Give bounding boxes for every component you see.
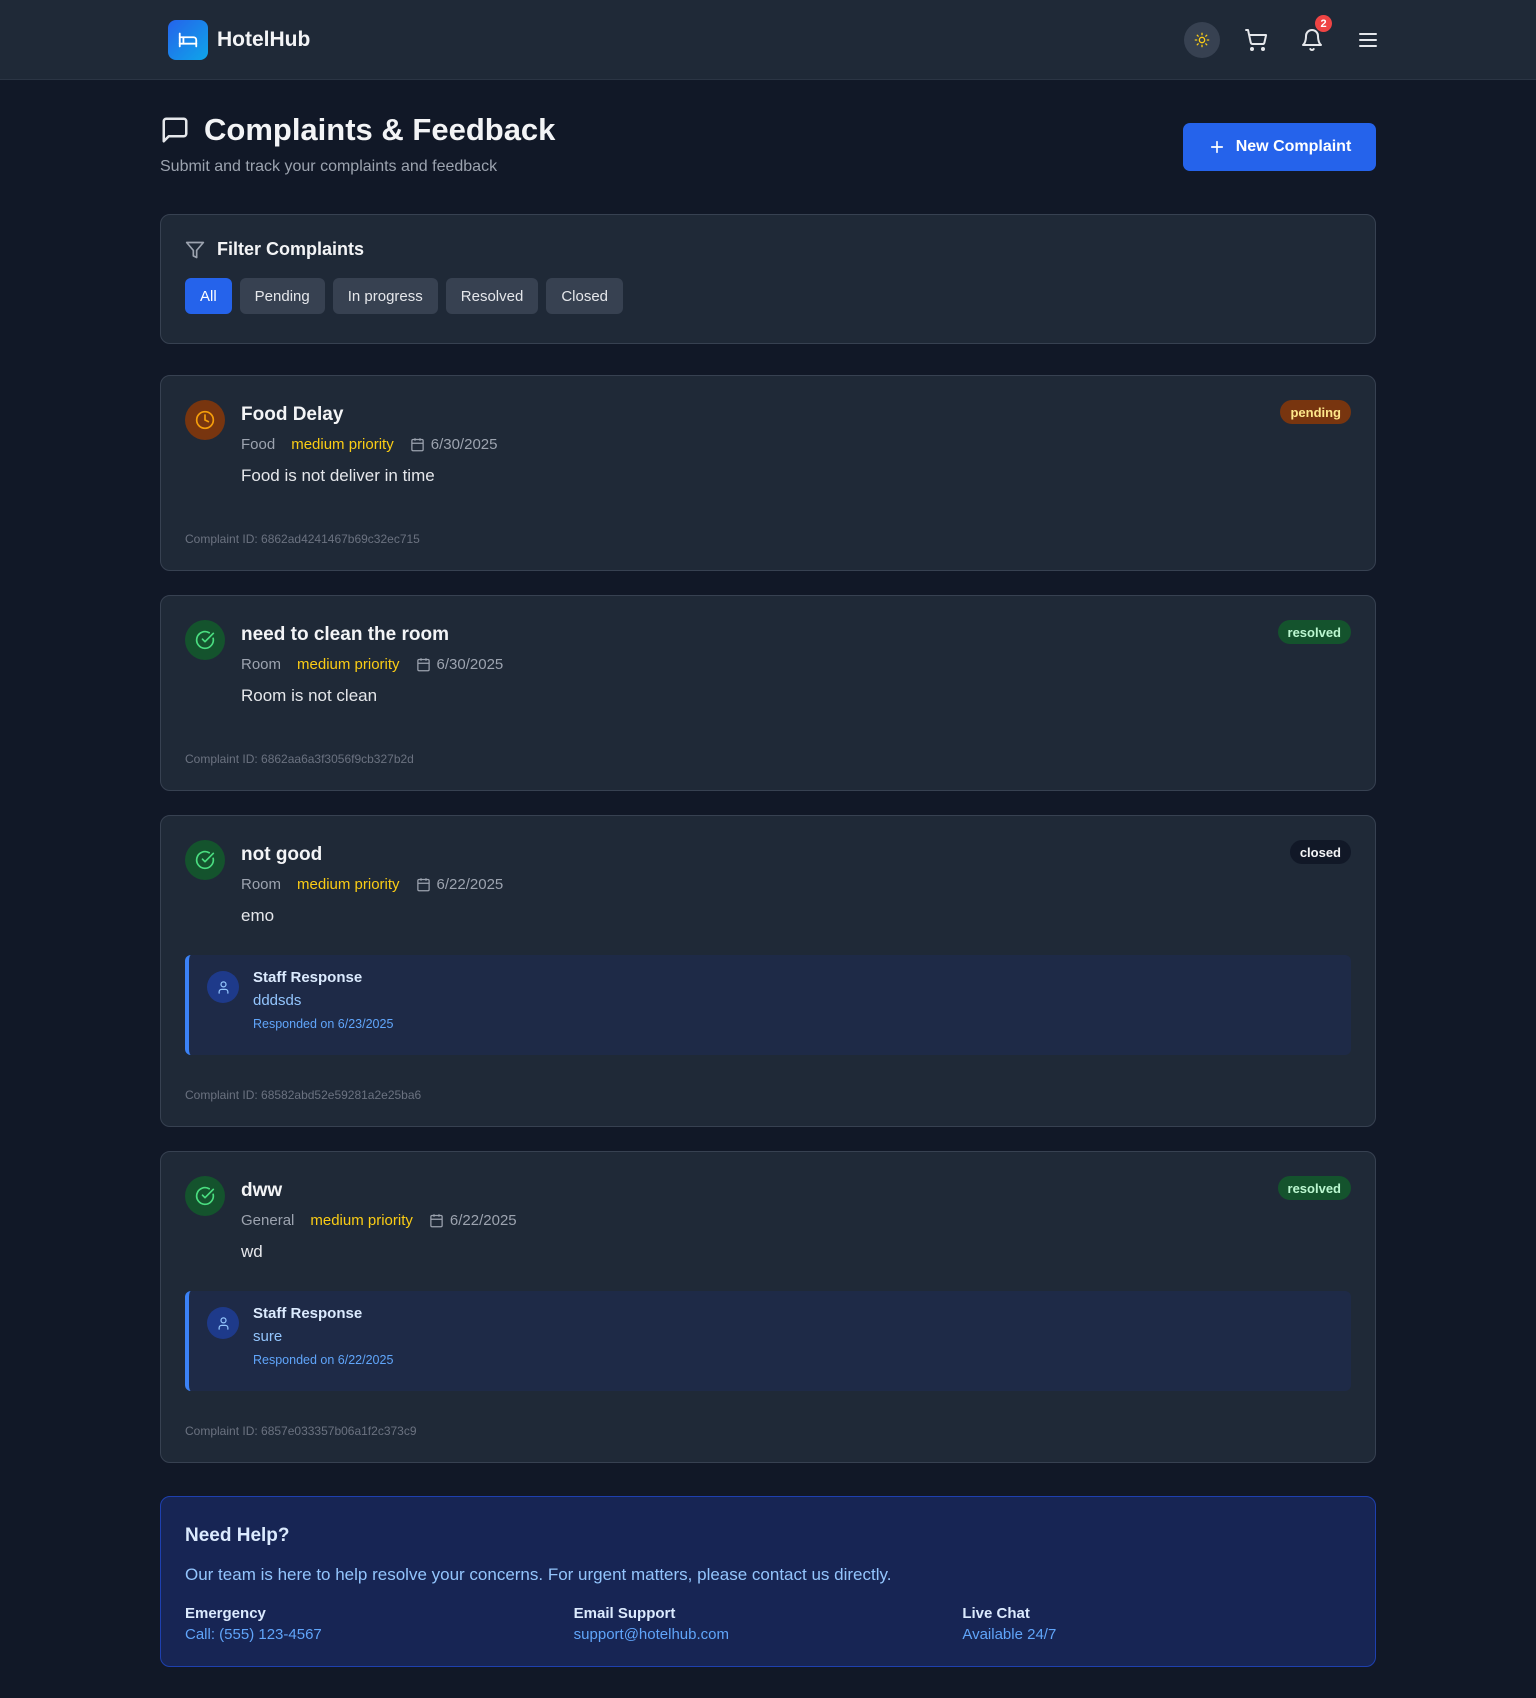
message-square-icon (162, 117, 188, 143)
complaint-id: Complaint ID: 68582abd52e59281a2e25ba6 (185, 1088, 422, 1102)
complaint-id: Complaint ID: 6862ad4241467b69c32ec715 (185, 532, 420, 546)
staff-response: Staff Response sure Responded on 6/22/20… (185, 1291, 1351, 1391)
complaint-category: Room (241, 876, 282, 893)
cart-icon (1245, 29, 1268, 51)
complaint-description: Room is not clean (241, 686, 378, 705)
calendar-icon (430, 1214, 443, 1228)
status-badge: pending (1280, 400, 1351, 424)
filter-chip-all[interactable]: All (185, 278, 232, 314)
help-contact-label: Email Support (573, 1605, 676, 1622)
complaint-title: Food Delay (241, 404, 344, 425)
complaint-title: need to clean the room (241, 624, 449, 645)
notifications-button[interactable]: 2 (1294, 15, 1332, 58)
filter-chips: All Pending In progress Resolved Closed (185, 278, 1351, 314)
calendar-icon (416, 878, 430, 892)
complaint-card[interactable]: need to clean the room Room medium prior… (160, 595, 1376, 791)
complaint-category: Room (241, 656, 282, 673)
filter-card: Filter Complaints All Pending In progres… (160, 214, 1376, 344)
complaint-priority: medium priority (297, 656, 400, 673)
calendar-icon (410, 438, 424, 452)
notification-count-badge: 2 (1315, 15, 1332, 32)
help-contact-label: Live Chat (962, 1605, 1030, 1622)
complaint-date: 6/30/2025 (436, 656, 504, 673)
filter-chip-in-progress[interactable]: In progress (332, 278, 438, 314)
complaint-id: Complaint ID: 6857e033357b06a1f2c373c9 (185, 1424, 417, 1438)
plus-icon (1210, 140, 1223, 154)
filter-chip-closed[interactable]: Closed (546, 278, 624, 314)
new-complaint-button[interactable]: New Complaint (1183, 123, 1376, 171)
help-contact-label: Emergency (185, 1605, 266, 1622)
filter-title: Filter Complaints (217, 239, 365, 259)
user-icon (207, 971, 239, 1003)
staff-response-label: Staff Response (253, 1305, 363, 1322)
theme-toggle-button[interactable] (1184, 22, 1220, 58)
staff-response-label: Staff Response (253, 969, 363, 986)
help-card: Need Help? Our team is here to help reso… (160, 1496, 1376, 1667)
help-title: Need Help? (185, 1525, 290, 1546)
complaint-priority: medium priority (291, 436, 394, 453)
check-circle-icon (185, 840, 225, 880)
calendar-icon (416, 658, 430, 672)
complaint-description: emo (241, 906, 275, 925)
new-complaint-label: New Complaint (1235, 138, 1352, 155)
complaint-card[interactable]: dww General medium priority 6/22/2025 wd… (160, 1151, 1376, 1463)
complaint-priority: medium priority (297, 876, 400, 893)
brand-name: HotelHub (217, 28, 311, 51)
sun-icon (1194, 32, 1210, 48)
staff-response-date: Responded on 6/23/2025 (253, 1017, 394, 1031)
complaint-date: 6/22/2025 (449, 1212, 517, 1229)
complaint-id: Complaint ID: 6862aa6a3f3056f9cb327b2d (185, 752, 414, 766)
brand[interactable]: HotelHub (168, 20, 310, 60)
support-email-link[interactable]: support@hotelhub.com (574, 1626, 963, 1643)
staff-response: Staff Response dddsds Responded on 6/23/… (185, 955, 1351, 1055)
check-circle-icon (185, 620, 225, 660)
complaint-title: not good (241, 844, 323, 865)
page-title: Complaints & Feedback (204, 112, 556, 147)
complaint-description: wd (241, 1242, 263, 1261)
complaint-date: 6/30/2025 (430, 436, 498, 453)
help-contact-emergency: Emergency Call: (555) 123-4567 (185, 1605, 574, 1643)
filter-icon (185, 241, 205, 258)
user-icon (207, 1307, 239, 1339)
hamburger-menu-icon (1359, 33, 1377, 47)
emergency-phone-link[interactable]: Call: (555) 123-4567 (185, 1626, 574, 1643)
staff-response-text: dddsds (253, 992, 302, 1009)
filter-chip-pending[interactable]: Pending (239, 278, 325, 314)
bed-icon (168, 20, 208, 60)
cart-button[interactable] (1238, 22, 1274, 58)
status-badge: resolved (1277, 1176, 1351, 1200)
live-chat-link[interactable]: Available 24/7 (962, 1626, 1351, 1643)
complaint-card[interactable]: Food Delay Food medium priority 6/30/202… (160, 375, 1376, 571)
complaint-date: 6/22/2025 (436, 876, 504, 893)
staff-response-date: Responded on 6/22/2025 (253, 1353, 394, 1367)
complaint-title: dww (241, 1180, 283, 1201)
complaint-description: Food is not deliver in time (241, 466, 435, 485)
help-contact-email: Email Support support@hotelhub.com (574, 1605, 963, 1643)
staff-response-text: sure (253, 1328, 283, 1345)
help-text: Our team is here to help resolve your co… (185, 1565, 892, 1584)
check-circle-icon (185, 1176, 225, 1216)
complaint-category: General (241, 1212, 295, 1229)
status-badge: resolved (1277, 620, 1351, 644)
page-header: Complaints & Feedback Submit and track y… (160, 112, 1376, 182)
help-contact-chat: Live Chat Available 24/7 (962, 1605, 1351, 1643)
clock-icon (185, 400, 225, 440)
complaint-card[interactable]: not good Room medium priority 6/22/2025 … (160, 815, 1376, 1127)
filter-chip-resolved[interactable]: Resolved (445, 278, 539, 314)
status-badge: closed (1289, 840, 1351, 864)
top-navbar: HotelHub 2 (0, 0, 1536, 80)
menu-button[interactable] (1350, 22, 1386, 58)
complaint-priority: medium priority (310, 1212, 413, 1229)
complaint-category: Food (241, 436, 276, 453)
